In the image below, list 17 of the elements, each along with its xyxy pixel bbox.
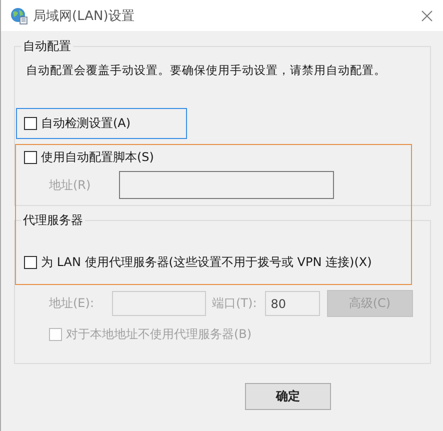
checkbox-label: 使用自动配置脚本(S)	[41, 149, 154, 166]
checkbox-label: 为 LAN 使用代理服务器(这些设置不用于拨号或 VPN 连接)(X)	[41, 254, 372, 271]
address-label: 地址(R)	[49, 176, 91, 194]
description-text: 自动配置会覆盖手动设置。要确保使用手动设置，请禁用自动配置。	[26, 63, 386, 78]
checkbox[interactable]	[24, 151, 37, 164]
checkbox[interactable]	[24, 117, 37, 130]
checkbox-label: 对于本地地址不使用代理服务器(B)	[66, 326, 252, 343]
checkbox[interactable]	[24, 256, 37, 269]
group-title: 代理服务器	[21, 212, 85, 229]
window-title: 局域网(LAN)设置	[33, 8, 136, 24]
globe-icon	[10, 6, 28, 24]
ok-button[interactable]: 确定	[245, 383, 331, 410]
close-icon[interactable]	[421, 10, 433, 22]
group-title: 自动配置	[21, 38, 73, 55]
address-label: 地址(E):	[49, 295, 94, 312]
checkbox-label: 自动检测设置(A)	[41, 115, 131, 132]
port-label: 端口(T):	[212, 295, 257, 312]
